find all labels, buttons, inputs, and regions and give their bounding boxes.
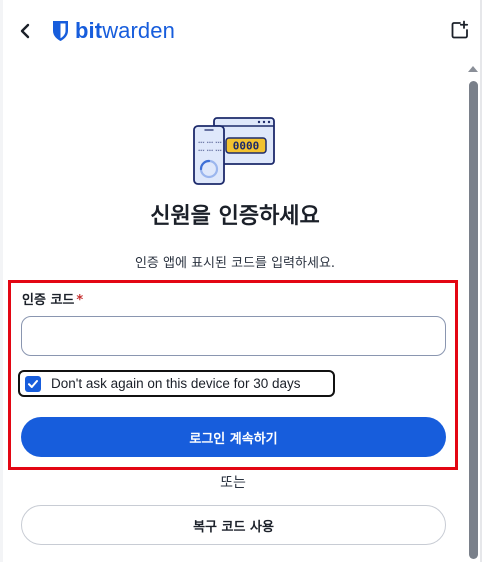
header: bitwarden bbox=[0, 0, 482, 62]
bitwarden-shield-icon bbox=[53, 21, 68, 41]
verification-code-label: 인증 코드 * bbox=[22, 289, 83, 308]
or-divider-text: 또는 bbox=[220, 475, 246, 491]
page-title: 신원을 인증하세요 bbox=[150, 204, 320, 229]
verification-code-input[interactable] bbox=[21, 316, 446, 356]
popout-button[interactable] bbox=[450, 20, 470, 40]
illustration-code-digits: 0000 bbox=[233, 140, 260, 153]
remember-device-checkbox[interactable] bbox=[25, 375, 41, 392]
authenticator-app-illustration: 0000 *** *** *** *** *** *** bbox=[193, 117, 275, 185]
page-subtitle: 인증 앱에 표시된 코드를 입력하세요. bbox=[134, 256, 336, 271]
bitwarden-logo: bitwarden bbox=[52, 16, 175, 46]
scrollbar-thumb[interactable] bbox=[469, 81, 478, 559]
remember-device-option[interactable]: Don't ask again on this device for 30 da… bbox=[18, 370, 335, 397]
illustration-phone-line-1: *** *** *** bbox=[198, 141, 222, 145]
scroll-up-arrow[interactable] bbox=[468, 66, 478, 72]
remember-device-label: Don't ask again on this device for 30 da… bbox=[51, 376, 301, 391]
back-button[interactable] bbox=[16, 20, 36, 42]
use-recovery-code-button[interactable]: 복구 코드 사용 bbox=[21, 505, 446, 545]
illustration-phone-line-2: *** *** *** bbox=[198, 149, 222, 153]
continue-login-button[interactable]: 로그인 계속하기 bbox=[21, 417, 446, 457]
logo-wordmark: bitwarden bbox=[75, 18, 175, 44]
verification-code-label-text: 인증 코드 bbox=[22, 293, 75, 308]
logo-text-regular: warden bbox=[102, 18, 175, 43]
checkmark-icon bbox=[28, 379, 38, 388]
chevron-left-icon bbox=[20, 23, 30, 39]
required-marker: * bbox=[76, 293, 84, 308]
logo-text-bold: bit bbox=[75, 18, 103, 43]
two-step-login-page: bitwarden 0000 *** *** *** *** *** *** 신… bbox=[0, 0, 482, 562]
popout-icon bbox=[451, 20, 469, 39]
